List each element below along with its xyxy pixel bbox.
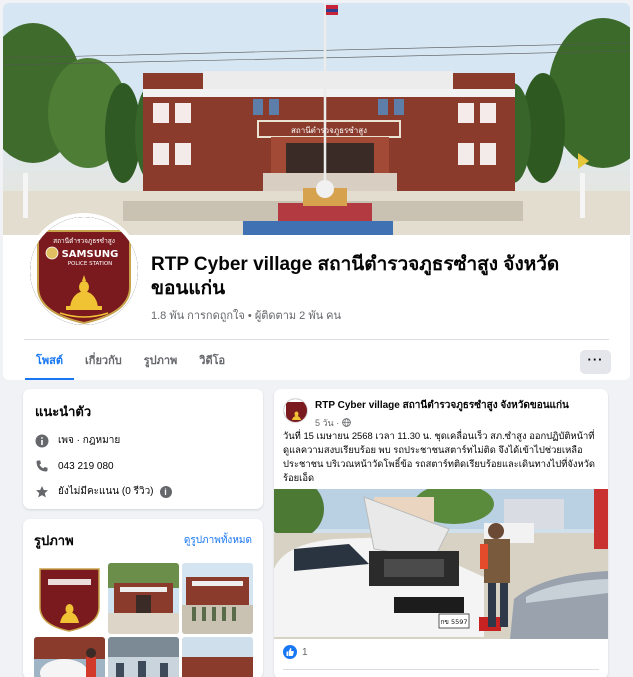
page-avatar[interactable]: สถานีตำรวจภูธรซำสูง SAMSUNG POLICE STATI…	[26, 213, 142, 329]
page-rating: ยังไม่มีคะแนน (0 รีวิว)	[58, 486, 154, 497]
info-icon	[35, 434, 49, 447]
photo-thumbnail[interactable]	[34, 563, 105, 634]
post-photo-illustration: กข 5597	[274, 489, 608, 639]
intro-category-row: เพจ · กฎหมาย	[35, 433, 251, 448]
like-icon	[283, 645, 297, 659]
photo-thumbnail[interactable]	[182, 637, 253, 677]
page-title: RTP Cyber village สถานีตำรวจภูธรซำสูง จั…	[151, 254, 560, 299]
photo-thumbnail[interactable]	[108, 563, 179, 634]
more-options-button[interactable]: ···	[580, 350, 611, 374]
logo-brand: SAMSUNG	[62, 249, 119, 260]
rating-info-icon[interactable]: i	[159, 485, 172, 498]
photos-header: รูปภาพ ดูรูปภาพทั้งหมด	[34, 530, 252, 551]
post-time-text: 5 วัน ·	[315, 418, 342, 428]
header-divider	[24, 339, 609, 340]
phone-icon	[36, 460, 48, 472]
photos-title: รูปภาพ	[34, 533, 74, 548]
logo-subtext: POLICE STATION	[68, 261, 113, 267]
intro-card: แนะนำตัว เพจ · กฎหมาย 043 219 080 ยังไม่…	[23, 389, 263, 509]
building-sign: สถานีตำรวจภูธรซำสูง	[291, 126, 367, 136]
cover-photo[interactable]: สถานีตำรวจภูธรซำสูง	[3, 3, 630, 235]
post-author-name[interactable]: RTP Cyber village สถานีตำรวจภูธรซำสูง จั…	[315, 398, 569, 413]
intro-rating-row: ยังไม่มีคะแนน (0 รีวิว) i	[35, 484, 251, 499]
tab-videos[interactable]: วิดีโอ	[188, 343, 236, 380]
intro-phone-row: 043 219 080	[35, 459, 251, 473]
intro-title: แนะนำตัว	[35, 404, 92, 419]
post-body-text: วันที่ 15 เมษายน 2568 เวลา 11.30 น. ชุดเ…	[283, 430, 595, 483]
post-actions-divider	[283, 669, 599, 670]
post-card: RTP Cyber village สถานีตำรวจภูธรซำสูง จั…	[274, 389, 608, 677]
police-logo-graphic: สถานีตำรวจภูธรซำสูง SAMSUNG POLICE STATI…	[30, 217, 138, 325]
reaction-count: 1	[302, 646, 308, 658]
tab-posts[interactable]: โพสต์	[25, 343, 75, 380]
tab-photos[interactable]: รูปภาพ	[133, 343, 189, 380]
star-icon	[36, 485, 48, 497]
page-stats[interactable]: 1.8 พัน การกดถูกใจ • ผู้ติดตาม 2 พัน คน	[151, 306, 341, 324]
globe-icon	[341, 418, 351, 427]
police-logo: สถานีตำรวจภูธรซำสูง SAMSUNG POLICE STATI…	[30, 217, 138, 325]
logo-top-text: สถานีตำรวจภูธรซำสูง	[53, 237, 115, 245]
photos-card: รูปภาพ ดูรูปภาพทั้งหมด	[23, 519, 263, 677]
page-category: เพจ · กฎหมาย	[58, 435, 121, 446]
page-phone[interactable]: 043 219 080	[58, 461, 114, 472]
post-timestamp[interactable]: 5 วัน ·	[315, 416, 569, 430]
cover-illustration: สถานีตำรวจภูธรซำสูง	[3, 3, 630, 235]
tab-about[interactable]: เกี่ยวกับ	[74, 343, 133, 380]
post-reactions[interactable]: 1	[283, 645, 308, 659]
page-tabs: โพสต์ เกี่ยวกับ รูปภาพ วิดีโอ	[25, 343, 236, 380]
post-author-avatar[interactable]	[283, 398, 308, 423]
photo-grid	[34, 563, 253, 677]
post-photo[interactable]: กข 5597	[274, 489, 608, 639]
post-header: RTP Cyber village สถานีตำรวจภูธรซำสูง จั…	[283, 398, 569, 430]
see-all-photos-link[interactable]: ดูรูปภาพทั้งหมด	[184, 533, 252, 548]
photo-thumbnail[interactable]	[182, 563, 253, 634]
license-plate-text: กข 5597	[441, 618, 468, 626]
page-header-card: สถานีตำรวจภูธรซำสูง สถานีตำรวจภูธรซำสูง …	[3, 3, 630, 380]
photo-thumbnail[interactable]	[108, 637, 179, 677]
photo-thumbnail[interactable]	[34, 637, 105, 677]
